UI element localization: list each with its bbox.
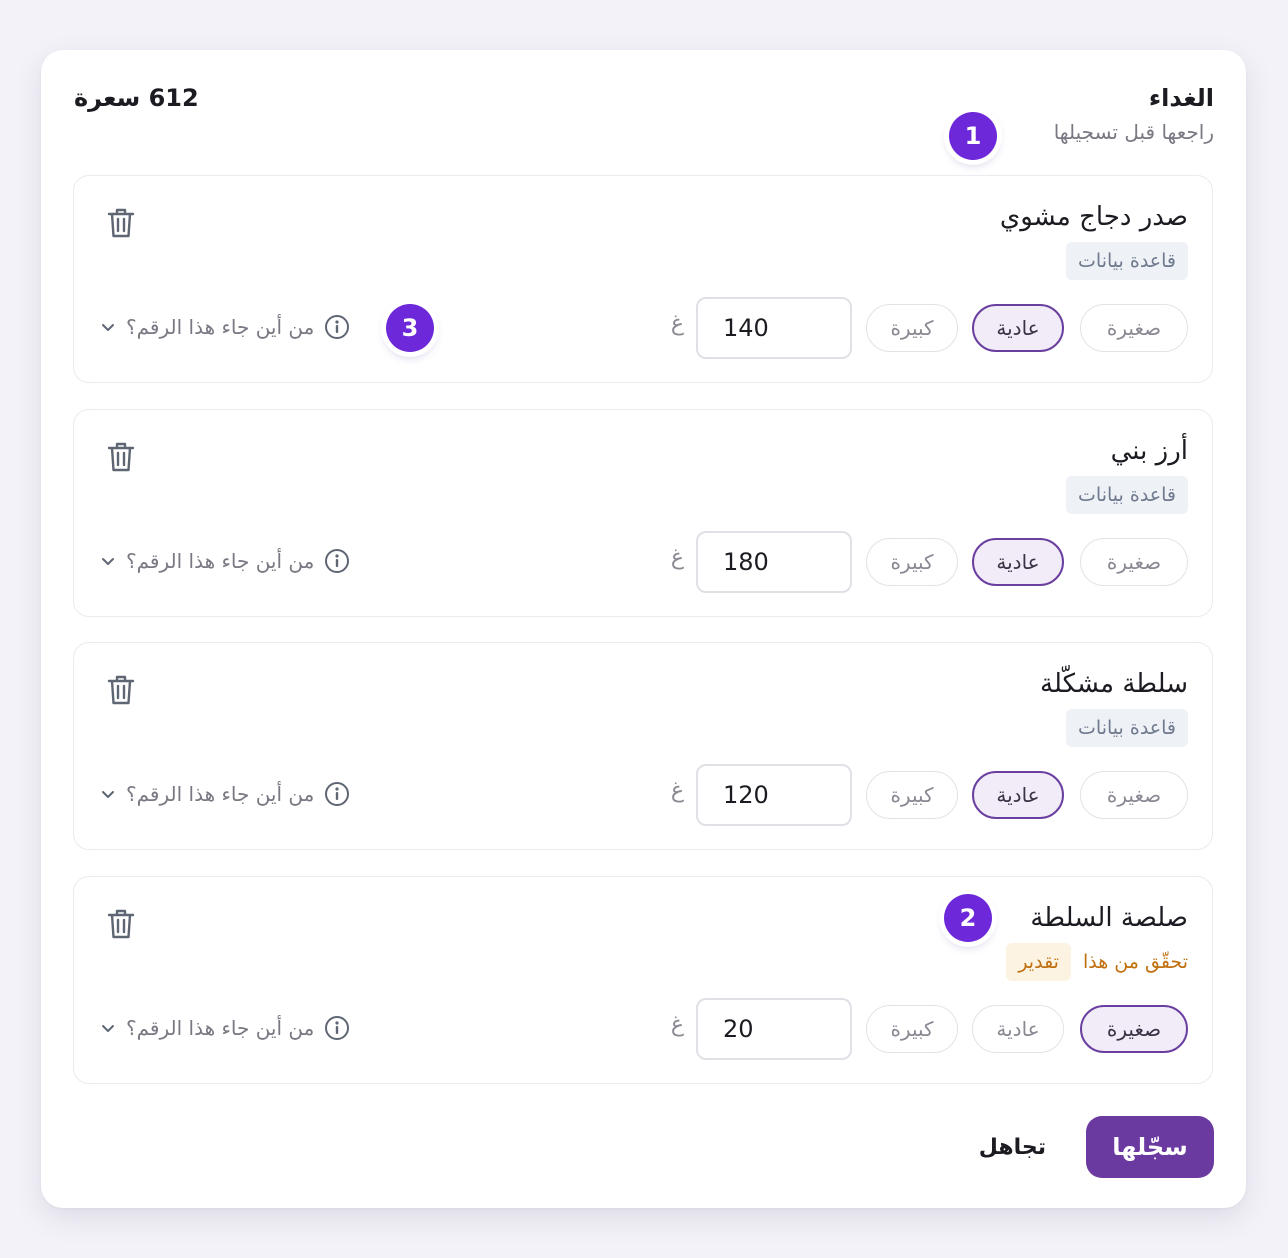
grams-input[interactable]: 120 xyxy=(696,764,852,826)
grams-input[interactable]: 180 xyxy=(696,531,852,593)
ignore-button[interactable]: تجاهل xyxy=(979,1116,1046,1178)
food-name: سلطة مشكّلة xyxy=(1040,669,1188,699)
grams-input[interactable]: 140 xyxy=(696,297,852,359)
size-large-button[interactable]: كبيرة xyxy=(866,1005,958,1053)
food-name: صدر دجاج مشوي xyxy=(999,202,1188,232)
source-tag: قاعدة بيانات xyxy=(1066,242,1188,280)
food-item: صلصة السلطة تقدير تحقّق من هذا 2 صغيرة ع… xyxy=(73,876,1213,1084)
food-item: سلطة مشكّلة قاعدة بيانات صغيرة عادية كبي… xyxy=(73,642,1213,850)
meal-title: الغداء xyxy=(1148,84,1214,112)
size-normal-button[interactable]: عادية xyxy=(972,771,1064,819)
step-badge-1: 1 xyxy=(949,112,997,160)
info-icon xyxy=(325,1016,350,1040)
size-large-button[interactable]: كبيرة xyxy=(866,304,958,352)
save-button[interactable]: سجّلها xyxy=(1086,1116,1214,1178)
source-explainer-toggle[interactable]: من أين جاء هذا الرقم؟ xyxy=(100,1015,350,1041)
food-item: صدر دجاج مشوي قاعدة بيانات صغيرة عادية ك… xyxy=(73,175,1213,383)
trash-icon[interactable] xyxy=(106,673,136,707)
chevron-down-icon xyxy=(102,324,114,331)
estimate-tag: تقدير xyxy=(1006,943,1071,981)
size-normal-button[interactable]: عادية xyxy=(972,538,1064,586)
size-small-button[interactable]: صغيرة xyxy=(1080,771,1188,819)
trash-icon[interactable] xyxy=(106,907,136,941)
grams-unit: غ xyxy=(670,545,684,570)
estimate-row: تقدير تحقّق من هذا xyxy=(1006,943,1188,981)
source-question-text: من أين جاء هذا الرقم؟ xyxy=(126,1016,315,1040)
trash-icon[interactable] xyxy=(106,206,136,240)
source-question-text: من أين جاء هذا الرقم؟ xyxy=(126,315,315,339)
source-explainer-toggle[interactable]: من أين جاء هذا الرقم؟ xyxy=(100,548,350,574)
size-normal-button[interactable]: عادية xyxy=(972,304,1064,352)
source-tag: قاعدة بيانات xyxy=(1066,709,1188,747)
source-explainer-toggle[interactable]: من أين جاء هذا الرقم؟ xyxy=(100,781,350,807)
meal-review-card: الغداء راجعها قبل تسجيلها 612 سعرة 1 صدر… xyxy=(41,50,1246,1208)
size-normal-button[interactable]: عادية xyxy=(972,1005,1064,1053)
source-explainer-toggle[interactable]: من أين جاء هذا الرقم؟ xyxy=(100,314,350,340)
grams-input[interactable]: 20 xyxy=(696,998,852,1060)
chevron-down-icon xyxy=(102,1025,114,1032)
step-badge-2: 2 xyxy=(944,894,992,942)
info-icon xyxy=(325,549,350,573)
food-name: أرز بني xyxy=(1110,436,1188,466)
verify-note: تحقّق من هذا xyxy=(1082,951,1188,973)
food-name: صلصة السلطة xyxy=(1030,903,1188,933)
grams-unit: غ xyxy=(670,311,684,336)
grams-unit: غ xyxy=(670,778,684,803)
food-item: أرز بني قاعدة بيانات صغيرة عادية كبيرة 1… xyxy=(73,409,1213,617)
meal-subtitle: راجعها قبل تسجيلها xyxy=(1053,120,1214,144)
total-calories: 612 سعرة xyxy=(74,84,199,112)
info-icon xyxy=(325,315,350,339)
grams-unit: غ xyxy=(670,1012,684,1037)
size-small-button[interactable]: صغيرة xyxy=(1080,1005,1188,1053)
chevron-down-icon xyxy=(102,791,114,798)
size-large-button[interactable]: كبيرة xyxy=(866,538,958,586)
size-small-button[interactable]: صغيرة xyxy=(1080,538,1188,586)
source-question-text: من أين جاء هذا الرقم؟ xyxy=(126,549,315,573)
source-tag: قاعدة بيانات xyxy=(1066,476,1188,514)
size-large-button[interactable]: كبيرة xyxy=(866,771,958,819)
info-icon xyxy=(325,782,350,806)
source-question-text: من أين جاء هذا الرقم؟ xyxy=(126,782,315,806)
chevron-down-icon xyxy=(102,558,114,565)
trash-icon[interactable] xyxy=(106,440,136,474)
size-small-button[interactable]: صغيرة xyxy=(1080,304,1188,352)
step-badge-3: 3 xyxy=(386,304,434,352)
